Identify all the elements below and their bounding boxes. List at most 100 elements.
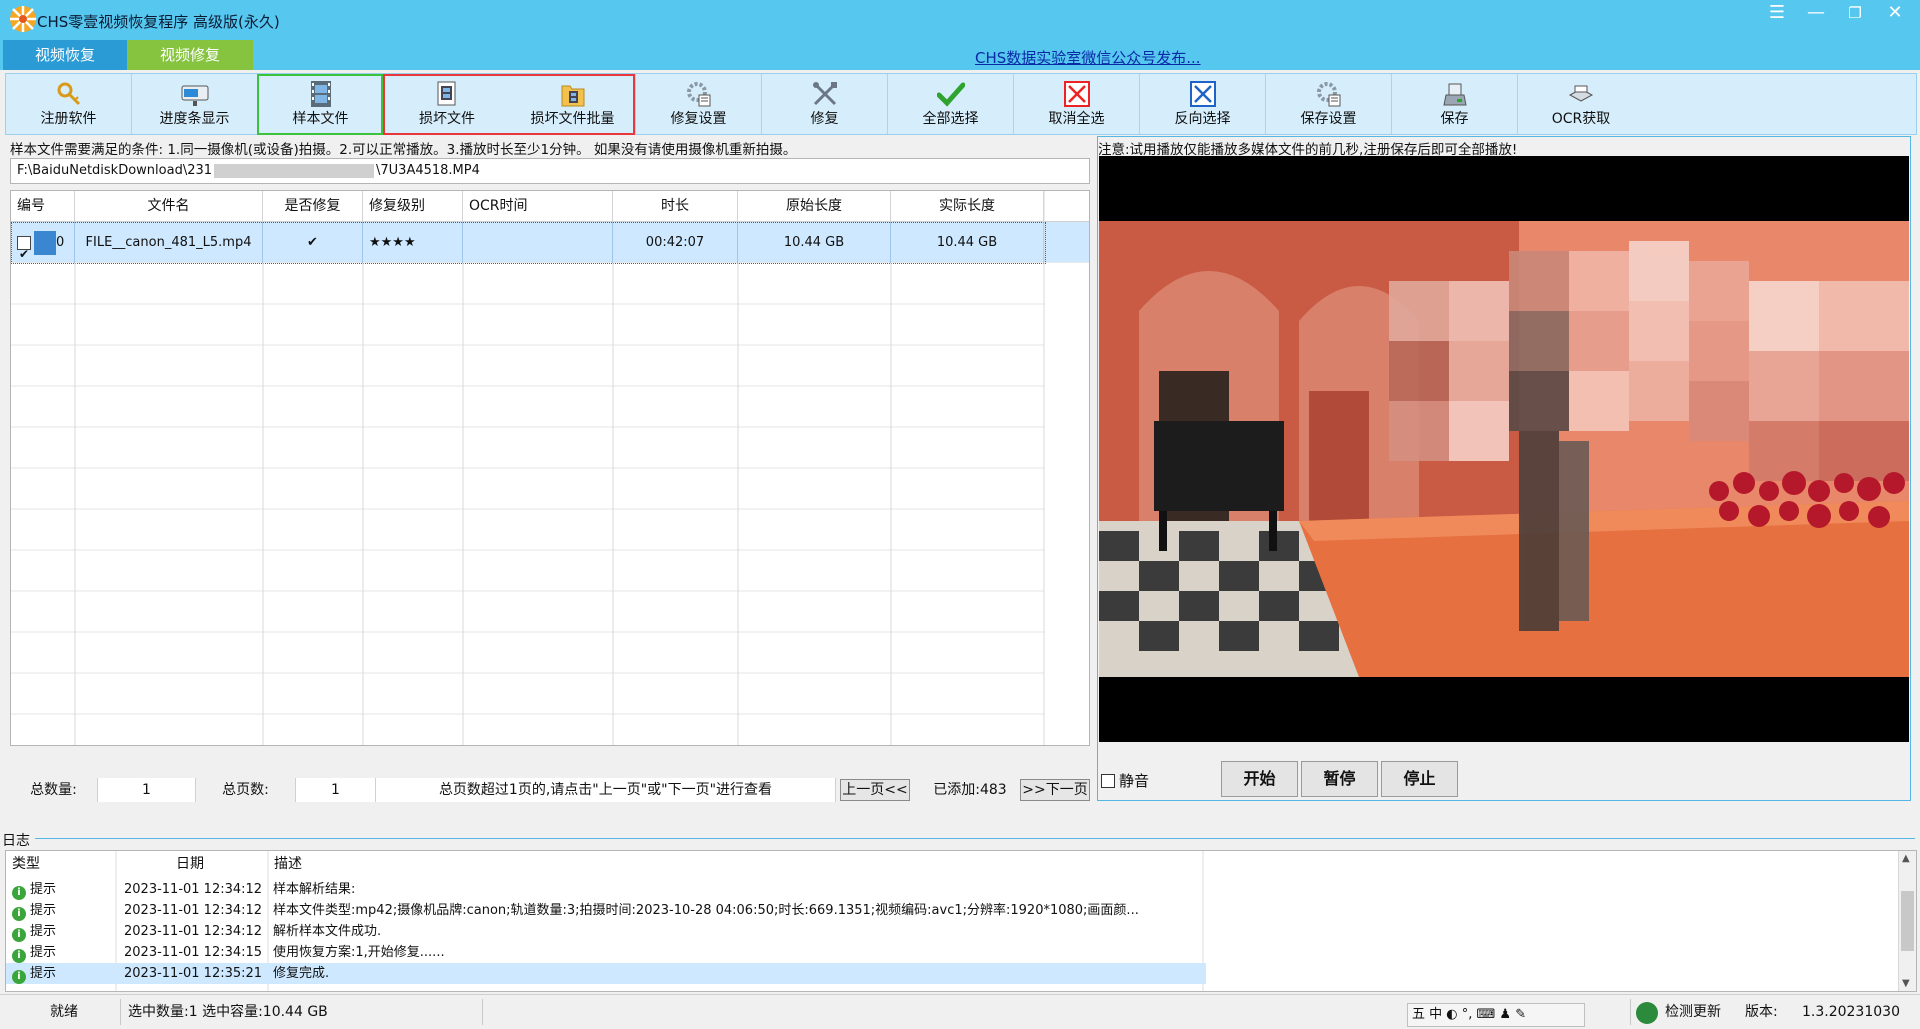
progress-display-button[interactable]: 进度条显示 <box>132 74 258 134</box>
path-suffix: \7U3A4518.MP4 <box>376 163 480 178</box>
col-duration[interactable]: 时长 <box>613 191 738 222</box>
status-ready: 就绪 <box>50 1004 78 1020</box>
file-path-field[interactable]: F:\BaiduNetdiskDownload\231 \7U3A4518.MP4 <box>10 158 1090 184</box>
col-ocr-time[interactable]: OCR时间 <box>463 191 613 222</box>
log-row[interactable]: i 提示 2023-11-01 12:34:15 使用恢复方案:1,开始修复...… <box>6 942 1206 963</box>
file-table-header: 编号 文件名 是否修复 修复级别 OCR时间 时长 原始长度 实际长度 <box>11 191 1089 222</box>
key-icon <box>55 80 83 108</box>
log-row-selected[interactable]: i 提示 2023-11-01 12:35:21 修复完成. <box>6 963 1206 984</box>
invert-selection-button[interactable]: 反向选择 <box>1140 74 1266 134</box>
log-col-desc[interactable]: 描述 <box>274 851 302 877</box>
save-settings-button[interactable]: 保存设置 <box>1266 74 1392 134</box>
tab-video-repair[interactable]: 视频修复 <box>127 40 253 70</box>
log-type-cell: i 提示 <box>12 879 56 900</box>
log-desc: 样本解析结果: <box>273 882 356 897</box>
mute-label: 静音 <box>1119 772 1150 790</box>
row-duration: 00:42:07 <box>613 222 738 263</box>
check-icon <box>936 80 965 108</box>
check-update-link[interactable]: 检测更新 <box>1665 995 1721 1029</box>
ocr-icon <box>1567 80 1595 108</box>
pause-button[interactable]: 暂停 <box>1301 761 1378 797</box>
col-orig-size[interactable]: 原始长度 <box>738 191 891 222</box>
next-page-button[interactable]: >>下一页 <box>1020 779 1090 801</box>
start-button[interactable]: 开始 <box>1221 761 1298 797</box>
scroll-thumb[interactable] <box>1901 891 1914 951</box>
log-scrollbar[interactable]: ▲ ▼ <box>1898 851 1916 991</box>
col-id[interactable]: 编号 <box>11 191 75 222</box>
repair-settings-icon <box>685 80 713 108</box>
toolbar-label: 取消全选 <box>1048 111 1105 127</box>
deselect-all-button[interactable]: 取消全选 <box>1014 74 1140 134</box>
log-type-cell: i 提示 <box>12 921 56 942</box>
row-actual-size: 10.44 GB <box>891 222 1044 263</box>
cancel-x-icon <box>1063 80 1091 108</box>
invert-x-icon <box>1189 80 1217 108</box>
disk-icon <box>1441 80 1469 108</box>
log-type: 提示 <box>30 966 57 981</box>
row-checkbox[interactable] <box>17 234 31 263</box>
log-row[interactable]: i 提示 2023-11-01 12:34:12 解析样本文件成功. <box>6 921 1206 942</box>
mute-checkbox[interactable] <box>1101 774 1115 788</box>
log-desc: 使用恢复方案:1,开始修复...... <box>273 945 445 960</box>
film-strip-icon <box>307 80 335 108</box>
status-divider <box>1630 999 1631 1025</box>
col-level[interactable]: 修复级别 <box>363 191 463 222</box>
window-title: CHS零壹视频恢复程序 高级版(永久) <box>37 13 280 31</box>
log-row[interactable]: i 提示 2023-11-01 12:34:12 样本文件类型:mp42;摄像机品… <box>6 900 1206 921</box>
log-date: 2023-11-01 12:34:12 <box>124 924 263 939</box>
path-prefix: F:\BaiduNetdiskDownload\231 <box>17 163 213 178</box>
app-logo-icon <box>10 6 36 32</box>
row-ocr-time <box>463 222 613 263</box>
log-row[interactable]: i 提示 2023-11-01 12:34:12 样本解析结果: <box>6 879 1206 900</box>
wechat-promo-link[interactable]: CHS数据实验室微信公众号发布... <box>975 47 1201 68</box>
added-count: 已添加:483 <box>933 782 1007 798</box>
minimize-icon[interactable]: — <box>1797 2 1835 26</box>
tab-video-recover[interactable]: 视频恢复 <box>3 40 127 70</box>
repair-settings-button[interactable]: 修复设置 <box>636 74 762 134</box>
register-button[interactable]: 注册软件 <box>6 74 132 134</box>
save-settings-icon <box>1315 80 1343 108</box>
table-row[interactable]: 0 FILE__canon_481_L5.mp4 ✔ ★★★★ 00:42:07… <box>11 222 1089 264</box>
row-level: ★★★★ <box>363 222 463 263</box>
ime-toolbar[interactable]: 五 中 ◐ °, ⌨ ♟ ✎ <box>1407 1003 1585 1027</box>
damaged-batch-button[interactable]: 损坏文件批量 <box>510 74 636 134</box>
col-filename[interactable]: 文件名 <box>75 191 263 222</box>
mute-toggle[interactable]: 静音 <box>1101 770 1149 791</box>
close-icon[interactable]: ✕ <box>1876 2 1914 26</box>
folder-film-icon <box>559 80 587 108</box>
main-toolbar: 注册软件 进度条显示 样本文件 损坏文件 损坏文件批量 修复设置 修复 全部选择… <box>5 73 1917 135</box>
log-col-date[interactable]: 日期 <box>176 851 204 877</box>
damaged-file-button[interactable]: 损坏文件 <box>384 74 510 134</box>
log-desc: 样本文件类型:mp42;摄像机品牌:canon;轨道数量:3;拍摄时间:2023… <box>273 903 1139 918</box>
stop-button[interactable]: 停止 <box>1381 761 1458 797</box>
log-panel: 类型 日期 描述 i 提示 2023-11-01 12:34:12 样本解析结果:… <box>5 850 1917 992</box>
toolbar-label: 修复 <box>810 111 839 127</box>
log-col-type[interactable]: 类型 <box>12 851 40 877</box>
total-value: 1 <box>98 778 196 802</box>
save-button[interactable]: 保存 <box>1392 74 1518 134</box>
redacted-path-segment <box>214 163 375 178</box>
col-repaired[interactable]: 是否修复 <box>263 191 363 222</box>
sample-file-button[interactable]: 样本文件 <box>258 74 384 134</box>
ocr-button[interactable]: OCR获取 <box>1518 74 1644 134</box>
select-all-button[interactable]: 全部选择 <box>888 74 1014 134</box>
version-label: 版本: <box>1745 1004 1778 1020</box>
toolbar-label: 反向选择 <box>1174 111 1231 127</box>
toolbar-label: 全部选择 <box>922 111 979 127</box>
row-id: 0 <box>56 235 65 250</box>
log-type: 提示 <box>30 903 57 918</box>
status-selection: 选中数量:1 选中容量:10.44 GB <box>128 1004 328 1020</box>
scroll-up-icon[interactable]: ▲ <box>1902 853 1910 864</box>
col-actual-size[interactable]: 实际长度 <box>891 191 1044 222</box>
prev-page-button[interactable]: 上一页<< <box>840 779 910 801</box>
toolbar-label: 修复设置 <box>670 111 727 127</box>
repair-button[interactable]: 修复 <box>762 74 888 134</box>
log-date: 2023-11-01 12:34:12 <box>124 882 263 897</box>
toolbar-label: 保存设置 <box>1300 111 1357 127</box>
pager-hint: 总页数超过1页的,请点击"上一页"或"下一页"进行查看 <box>376 778 836 802</box>
info-icon: i <box>12 886 26 900</box>
menu-icon[interactable]: ☰ <box>1758 2 1796 26</box>
maximize-icon[interactable]: ❐ <box>1836 2 1874 26</box>
scroll-down-icon[interactable]: ▼ <box>1902 978 1910 989</box>
log-type-cell: i 提示 <box>12 942 56 963</box>
